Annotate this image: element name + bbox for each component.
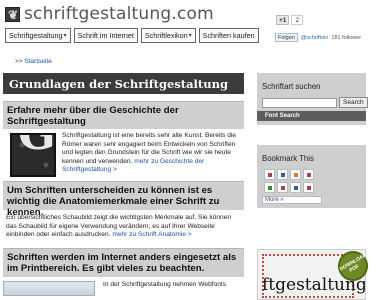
font-search-bar: Font Search [257,111,366,121]
bookmark-widget: Bookmark This More » [257,145,366,208]
chevron-down-icon: ▾ [188,33,192,39]
section-heading-web: Schriften werden im Internet anders eing… [3,247,244,277]
section-body-anatomy: Ein übersichtliches Schaubild zeigt die … [3,210,244,240]
gplus-widget: +1 2 [276,15,304,25]
main-content: Grundlagen der Schriftgestaltung Erfahre… [3,73,244,296]
search-input[interactable] [262,97,337,108]
bookmark-grid [264,169,361,193]
section-text: In der Schriftgestaltung nehmen Webfonts [103,280,227,288]
search-button[interactable]: Search [339,97,368,108]
nav-item-label: Schrift im Internet [77,31,134,40]
section-heading-history: Erfahre mehr über die Geschichte der Sch… [3,101,244,129]
nav-item-schriftgestaltung[interactable]: Schriftgestaltung ▾ [5,28,71,43]
breadcrumb: >> Startseite [15,58,52,65]
decorative-initial-image: G [10,133,56,177]
twitter-followers: 181 follower [331,34,362,41]
nav-item-label: Schriften kaufen [202,31,255,40]
site-header: ❦ schriftgestaltung.com [0,0,389,27]
logo-icon[interactable]: ❦ [5,7,20,22]
bookmark-service-icon[interactable] [290,182,301,193]
bookmark-service-icon[interactable] [277,169,288,180]
breadcrumb-prefix: >> [15,58,25,65]
gplus-count: 2 [291,15,304,25]
sidebar: Schriftart suchen Search Font Search Boo… [257,73,368,208]
section-body-web: In der Schriftgestaltung nehmen Webfonts [3,277,244,296]
logo-glyph: ❦ [8,8,19,22]
nav-item-schriftlexikon[interactable]: Schriftlexikon ▾ [140,28,196,43]
web-thumbnail-image [3,280,95,296]
initial-letter: G [18,135,54,156]
nav-item-schriften-kaufen[interactable]: Schriften kaufen [198,28,259,43]
bookmark-service-icon[interactable] [303,182,314,193]
main-nav: Schriftgestaltung ▾ Schrift im Internet … [5,28,259,43]
bookmark-title: Bookmark This [262,154,314,163]
bookmark-service-icon[interactable] [264,169,275,180]
twitter-follow-button[interactable]: Folgen [275,33,298,42]
bookmark-service-icon[interactable] [290,169,301,180]
chevron-down-icon: ▾ [63,33,67,39]
anatomy-more-link[interactable]: mehr zu Schrift Anatomie > [112,231,191,238]
section-heading-anatomy: Um Schriften unterscheiden zu können ist… [3,180,244,218]
section-body-history: G Schriftgestaltung ist eine bereits seh… [3,129,244,177]
bookmark-service-icon[interactable] [264,182,275,193]
bookmark-service-icon[interactable] [277,182,288,193]
breadcrumb-home-link[interactable]: Startseite [24,58,51,65]
search-row: Search [262,97,368,108]
search-widget: Schriftart suchen Search Font Search [257,73,368,125]
nav-item-label: Schriftgestaltung [9,31,63,40]
site-title[interactable]: schriftgestaltung.com [24,4,214,24]
gplus-button[interactable]: +1 [276,15,290,25]
nav-item-label: Schriftlexikon [144,31,188,40]
twitter-handle[interactable]: @schriftein [301,35,329,41]
page-title: Grundlagen der Schriftgestaltung [3,73,244,94]
bookmark-more-link[interactable]: More » [262,196,322,204]
search-title: Schriftart suchen [262,82,321,91]
twitter-widget: Folgen @schriftein 181 follower [275,33,361,42]
nav-item-schrift-im-internet[interactable]: Schrift im Internet [73,28,138,43]
bookmark-service-icon[interactable] [303,169,314,180]
